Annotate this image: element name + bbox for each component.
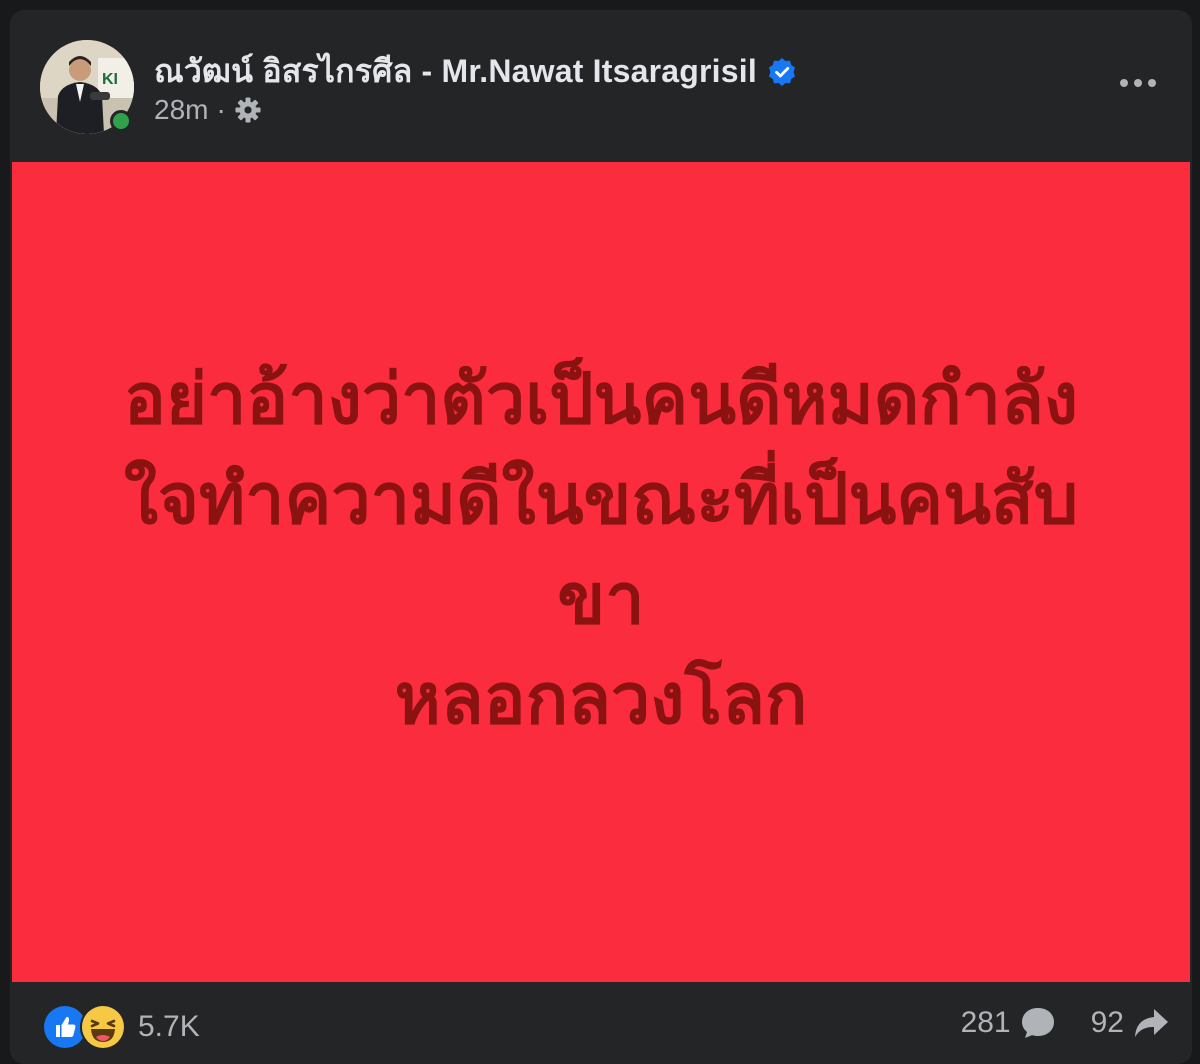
engagement-stats: 281 92 <box>961 1004 1170 1042</box>
dot <box>1120 79 1128 87</box>
svg-text:KI: KI <box>102 71 118 88</box>
post-card: KI ณวัฒน์ อิสรไกรศีล - Mr.Nawat Itsaragr… <box>10 10 1192 1064</box>
post-meta: 28m · <box>154 94 262 126</box>
author-avatar[interactable]: KI <box>40 40 134 134</box>
verified-badge-icon <box>767 57 797 87</box>
share-icon <box>1132 1004 1170 1042</box>
meta-separator: · <box>216 94 226 125</box>
post-author: ณวัฒน์ อิสรไกรศีล - Mr.Nawat Itsaragrisi… <box>154 46 797 97</box>
comments-stat[interactable]: 281 <box>961 1004 1057 1042</box>
dot <box>1148 79 1156 87</box>
comments-count: 281 <box>960 1006 1011 1039</box>
comment-icon <box>1019 1004 1057 1042</box>
more-options-icon[interactable] <box>1110 68 1166 98</box>
post-image-text: อย่าอ้างว่าตัวเป็นคนดีหมดกำลัง ใจทำความด… <box>123 360 1079 738</box>
reactions-count[interactable]: 5.7K <box>138 1010 200 1044</box>
online-status-dot <box>110 110 132 132</box>
post-timestamp[interactable]: 28m <box>154 94 208 126</box>
dot <box>1134 79 1142 87</box>
author-name-link[interactable]: ณวัฒน์ อิสรไกรศีล - Mr.Nawat Itsaragrisi… <box>154 46 757 97</box>
feed-background: KI ณวัฒน์ อิสรไกรศีล - Mr.Nawat Itsaragr… <box>0 0 1200 1064</box>
shares-stat[interactable]: 92 <box>1091 1004 1170 1042</box>
reactions-summary[interactable]: 5.7K <box>42 1004 200 1050</box>
shares-count: 92 <box>1090 1006 1124 1039</box>
post-footer: 5.7K 281 92 <box>10 982 1192 1064</box>
haha-icon <box>80 1004 126 1050</box>
post-image[interactable]: อย่าอ้างว่าตัวเป็นคนดีหมดกำลัง ใจทำความด… <box>12 162 1190 982</box>
gear-icon[interactable] <box>234 96 262 124</box>
